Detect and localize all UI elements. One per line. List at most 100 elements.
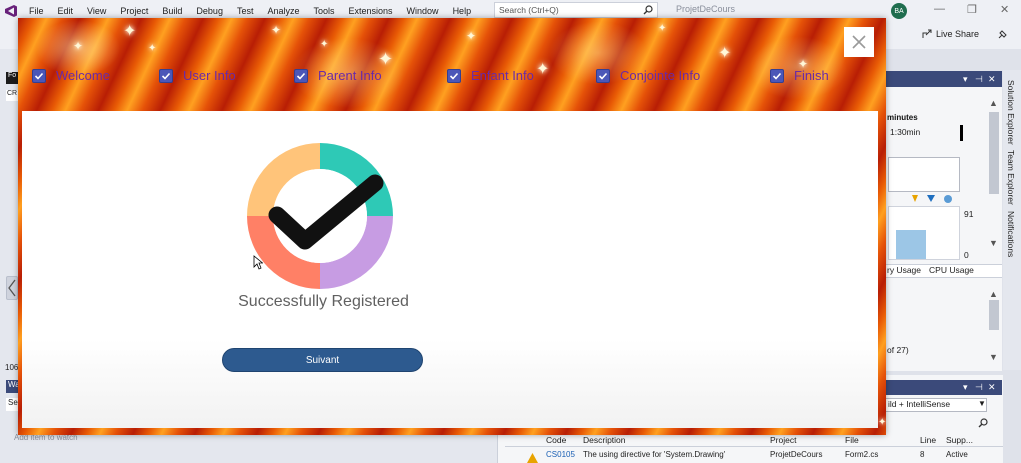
mouse-cursor-icon <box>253 255 263 270</box>
wizard-content-panel <box>22 111 878 428</box>
error-panel-close-icon[interactable]: ✕ <box>988 382 996 393</box>
team-explorer-tab[interactable]: Team Explorer <box>1006 150 1016 205</box>
share-icon <box>922 29 932 38</box>
table-row[interactable]: CS0105 The using directive for 'System.D… <box>505 448 1003 463</box>
checkmark-icon <box>598 72 608 80</box>
step-finish[interactable]: Finish <box>770 68 829 83</box>
event-marker-icon[interactable] <box>927 195 935 202</box>
success-message: Successfully Registered <box>238 293 409 310</box>
chevron-down-icon[interactable]: ▼ <box>978 399 986 408</box>
panel-menu-icon[interactable]: ▾ <box>963 74 968 85</box>
menu-window[interactable]: Window <box>400 6 446 16</box>
search-icon <box>643 5 653 15</box>
error-file: Form2.cs <box>845 450 879 459</box>
minimize-icon[interactable]: — <box>934 3 945 15</box>
snapshot-marker-icon[interactable] <box>944 195 952 203</box>
error-suppression: Active <box>946 450 968 459</box>
menu-help[interactable]: Help <box>446 6 479 16</box>
step-checkbox[interactable] <box>596 68 610 83</box>
diagnostic-scrollbar-thumb[interactable] <box>989 112 999 194</box>
menu-file[interactable]: File <box>22 6 51 16</box>
events-scroll-up-icon[interactable]: ▲ <box>989 289 998 299</box>
chevron-left-icon <box>8 279 16 297</box>
header-line[interactable]: Line <box>920 435 936 445</box>
menu-extensions[interactable]: Extensions <box>342 6 400 16</box>
sparkle-decoration: ✦ <box>271 23 282 37</box>
solution-explorer-tab[interactable]: Solution Explorer <box>1006 80 1016 145</box>
notifications-tab[interactable]: Notifications <box>1006 211 1016 257</box>
vs-search-input[interactable]: Search (Ctrl+Q) <box>494 2 658 18</box>
step-checkbox[interactable] <box>294 68 308 83</box>
step-enfant-info[interactable]: Enfant Info <box>447 68 534 83</box>
feedback-icon[interactable] <box>997 28 1009 40</box>
step-label: Conjointe Info <box>620 68 701 83</box>
step-label: User Info <box>183 68 236 83</box>
menu-test[interactable]: Test <box>230 6 261 16</box>
step-welcome[interactable]: Welcome <box>32 68 110 83</box>
dialog-close-button[interactable] <box>844 27 874 57</box>
error-list-header: Code Description Project File Line Supp.… <box>505 434 1003 447</box>
timeline-unit: minutes <box>887 113 918 122</box>
menu-debug[interactable]: Debug <box>189 6 230 16</box>
menu-edit[interactable]: Edit <box>51 6 81 16</box>
vs-search-placeholder: Search (Ctrl+Q) <box>499 5 559 15</box>
error-search-icon[interactable] <box>978 418 988 428</box>
error-panel-menu-icon[interactable]: ▾ <box>963 382 968 393</box>
success-badge-icon <box>247 143 393 289</box>
header-file[interactable]: File <box>845 435 859 445</box>
menu-tools[interactable]: Tools <box>307 6 342 16</box>
step-conjointe-info[interactable]: Conjointe Info <box>596 68 700 83</box>
header-project[interactable]: Project <box>770 435 796 445</box>
diagnostic-title-bar <box>885 71 1002 87</box>
pin-icon[interactable]: ⊣ <box>975 74 983 85</box>
collapse-left-button[interactable] <box>6 276 18 300</box>
checkmark-icon <box>296 72 306 80</box>
sparkle-decoration: ✦ <box>466 29 477 43</box>
error-panel-pin-icon[interactable]: ⊣ <box>975 382 983 393</box>
sparkle-decoration: ✦ <box>148 43 157 54</box>
window-close-icon[interactable]: ✕ <box>1000 3 1009 16</box>
restore-icon[interactable]: ❐ <box>967 3 977 16</box>
step-checkbox[interactable] <box>447 68 461 83</box>
scroll-down-icon[interactable]: ▼ <box>989 238 998 248</box>
step-checkbox[interactable] <box>159 68 173 83</box>
events-scroll-down-icon[interactable]: ▼ <box>989 352 998 362</box>
step-label: Parent Info <box>318 68 382 83</box>
scroll-up-icon[interactable]: ▲ <box>989 98 998 108</box>
events-scrollbar-thumb[interactable] <box>989 300 999 330</box>
header-suppression[interactable]: Supp... <box>946 435 973 445</box>
panel-close-icon[interactable]: ✕ <box>988 74 996 85</box>
step-parent-info[interactable]: Parent Info <box>294 68 382 83</box>
checkmark-icon <box>449 72 459 80</box>
step-label: Welcome <box>56 68 110 83</box>
step-label: Enfant Info <box>471 68 534 83</box>
close-icon <box>852 35 866 49</box>
tab-memory-usage[interactable]: ry Usage <box>887 265 921 277</box>
header-description[interactable]: Description <box>583 435 626 445</box>
sparkle-decoration: ✦ <box>658 23 667 34</box>
next-button[interactable]: Suivant <box>222 348 423 372</box>
chart-min-value: 0 <box>964 250 969 260</box>
line-number: 106 <box>5 363 19 372</box>
avatar[interactable]: BA <box>891 3 907 19</box>
step-user-info[interactable]: User Info <box>159 68 236 83</box>
menu-view[interactable]: View <box>80 6 113 16</box>
step-checkbox[interactable] <box>32 68 46 83</box>
error-code[interactable]: CS0105 <box>546 450 575 459</box>
step-checkbox[interactable] <box>770 68 784 83</box>
breakpoint-marker-icon[interactable] <box>912 195 918 202</box>
tab-cpu-usage[interactable]: CPU Usage <box>929 265 974 277</box>
checkmark-icon <box>772 72 782 80</box>
timeline-cursor <box>960 125 963 141</box>
sparkle-decoration: ✦ <box>718 45 732 62</box>
header-code[interactable]: Code <box>546 435 566 445</box>
error-list-title-bar <box>885 380 1002 395</box>
chart-max-value: 91 <box>964 209 974 219</box>
menu-analyze[interactable]: Analyze <box>260 6 306 16</box>
error-project: ProjetDeCours <box>770 450 823 459</box>
live-share-button[interactable]: Live Share <box>922 29 979 39</box>
events-track <box>888 157 960 192</box>
menu-build[interactable]: Build <box>155 6 189 16</box>
menu-project[interactable]: Project <box>113 6 155 16</box>
error-source-filter[interactable]: ild + IntelliSense <box>885 398 987 412</box>
